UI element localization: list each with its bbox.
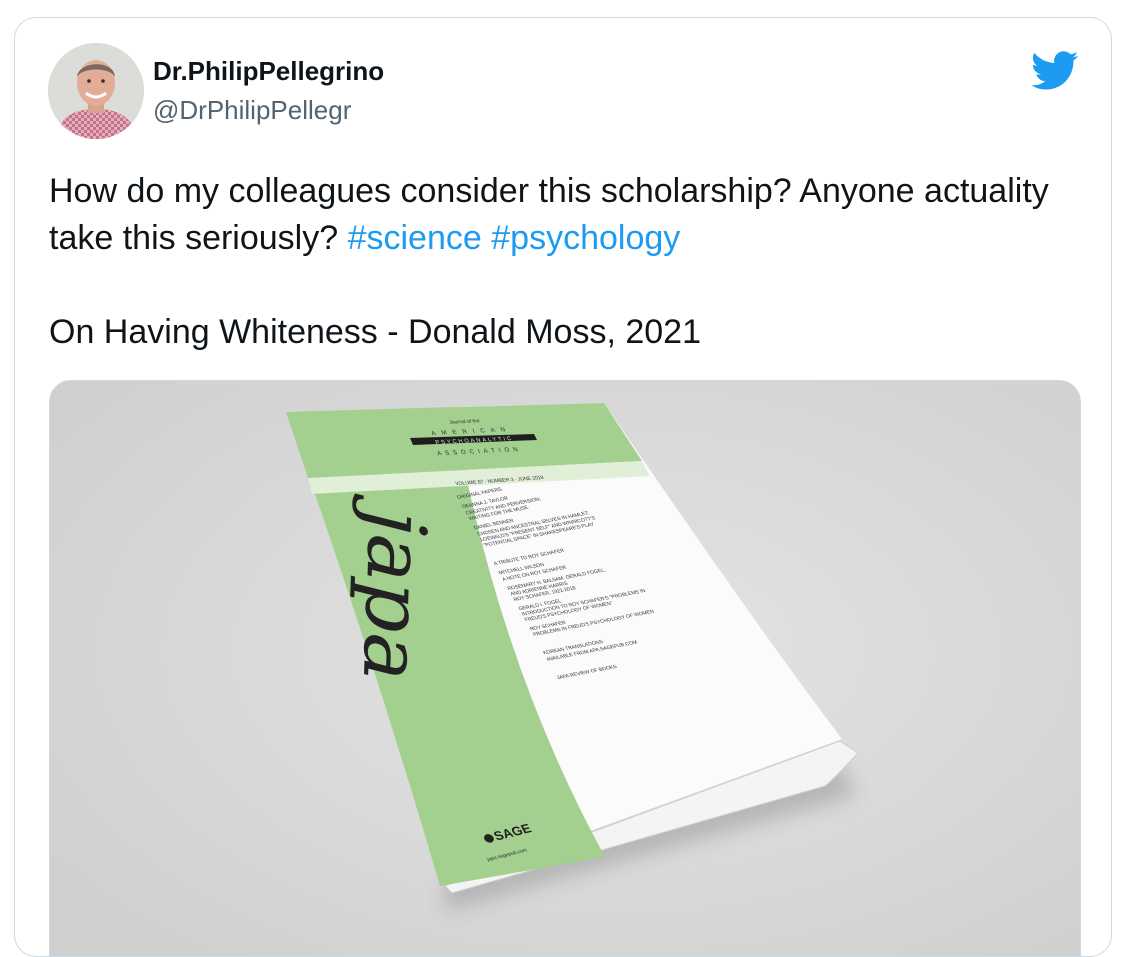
tweet-media-image[interactable]: Journal of the AMERICAN PSYCHOANALYTIC A… — [49, 380, 1081, 956]
display-name[interactable]: Dr.PhilipPellegrino — [153, 56, 384, 87]
journal-title: japa — [344, 492, 442, 694]
user-handle[interactable]: @DrPhilipPellegr — [153, 95, 351, 126]
tweet-article-title: On Having Whiteness - Donald Moss, 2021 — [49, 313, 701, 351]
tweet-card[interactable]: Dr.PhilipPellegrino @DrPhilipPellegr How… — [14, 17, 1112, 957]
avatar[interactable] — [48, 43, 144, 139]
hashtag-science[interactable]: #science — [348, 219, 482, 257]
hashtag-psychology[interactable]: #psychology — [491, 219, 680, 257]
tweet-text: How do my colleagues consider this schol… — [49, 168, 1079, 356]
twitter-bird-icon — [1031, 51, 1079, 91]
